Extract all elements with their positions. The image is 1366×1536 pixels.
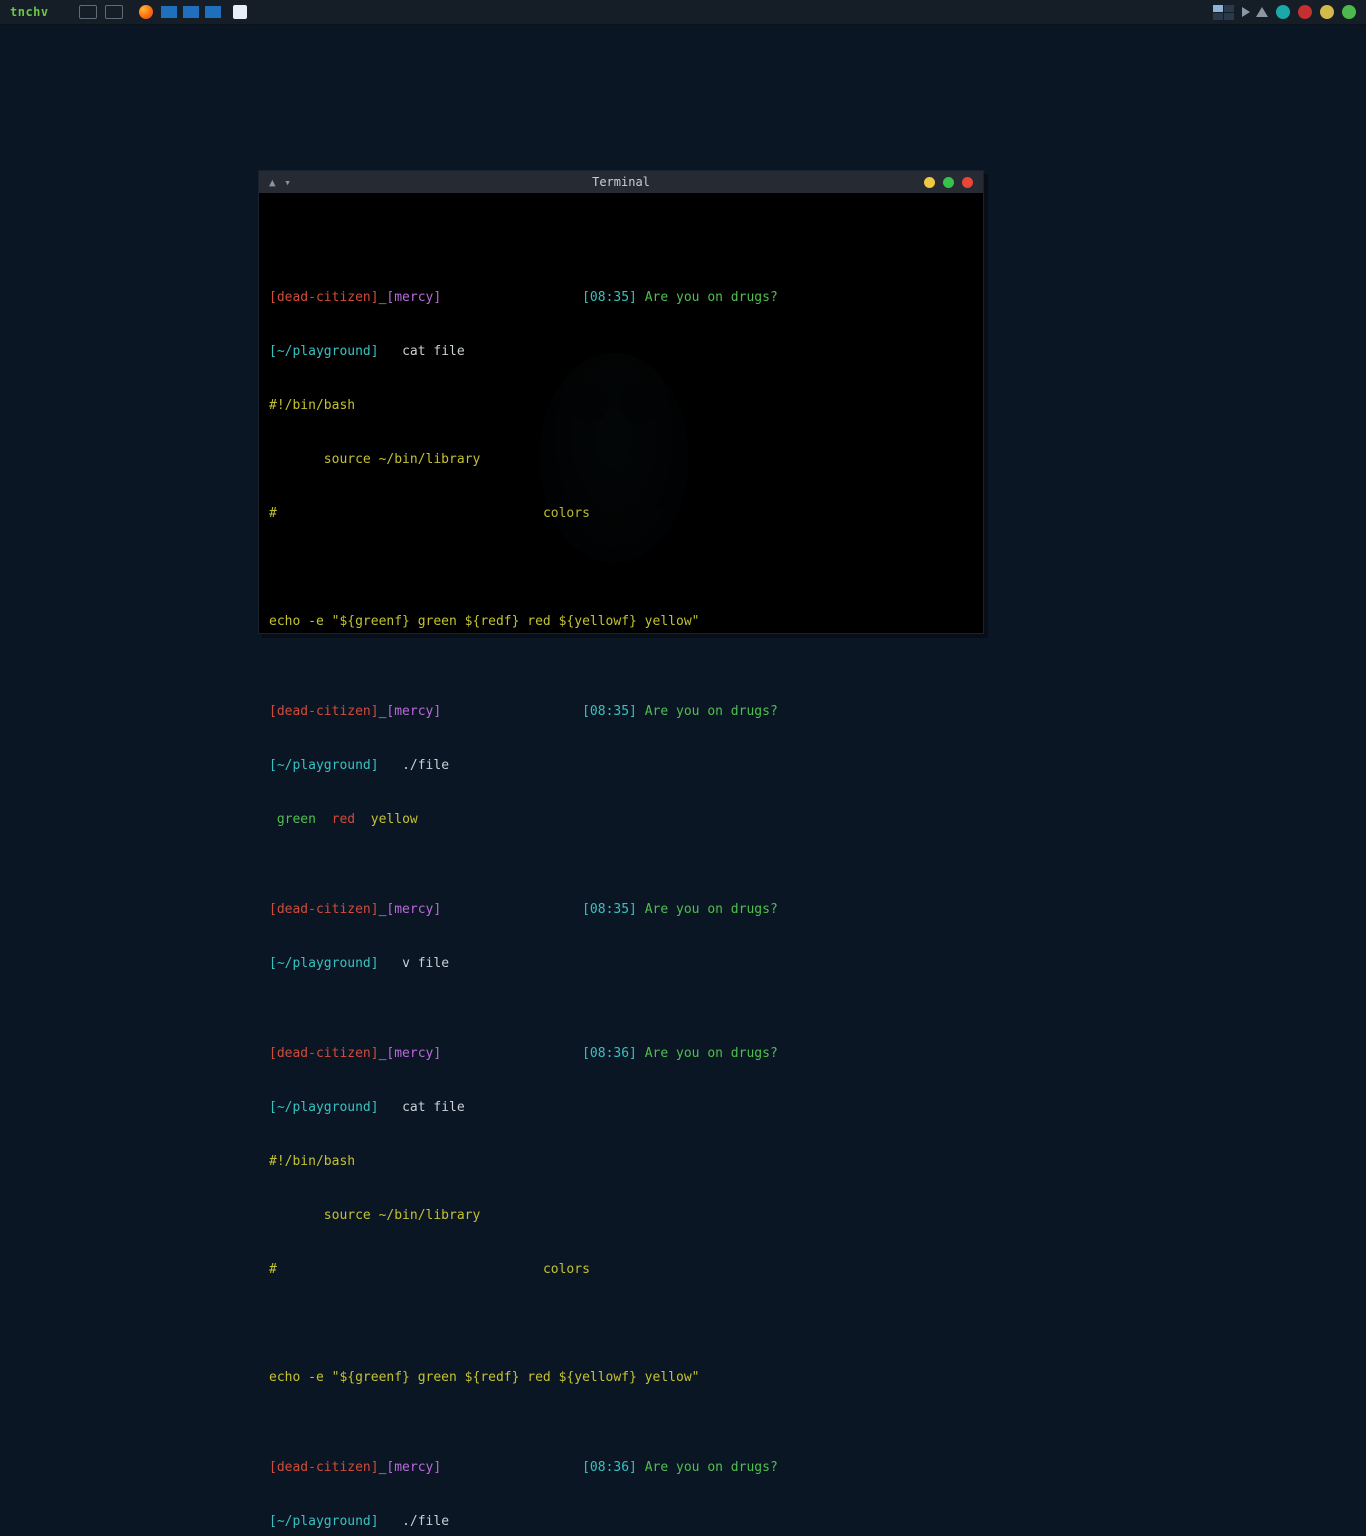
close-button[interactable] (962, 177, 973, 188)
file-shebang: #!/bin/bash (269, 397, 973, 415)
blank-line (269, 1315, 973, 1333)
taskbar-window-button-1[interactable] (79, 5, 97, 19)
file-shebang: #!/bin/bash (269, 1153, 973, 1171)
system-tray (1213, 5, 1366, 20)
window-menu-icon[interactable]: ▲ ▾ (269, 176, 292, 189)
command-line: [~/playground] v file (269, 955, 973, 973)
tray-indicator-yellow[interactable] (1320, 5, 1334, 19)
firefox-icon[interactable] (139, 5, 153, 19)
prompt-line: [dead-citizen]_[mercy] [08:35] Are you o… (269, 289, 973, 307)
taskbar-app-1[interactable] (161, 6, 177, 18)
network-icon[interactable] (1256, 7, 1268, 17)
file-colors: # colors (269, 505, 973, 523)
terminal-content[interactable]: [dead-citizen]_[mercy] [08:35] Are you o… (259, 193, 983, 633)
maximize-button[interactable] (943, 177, 954, 188)
window-controls (924, 177, 973, 188)
tray-indicator-green[interactable] (1342, 5, 1356, 19)
command-line: [~/playground] ./file (269, 1513, 973, 1531)
minimize-button[interactable] (924, 177, 935, 188)
file-source: source ~/bin/library (269, 1207, 973, 1225)
prompt-line: [dead-citizen]_[mercy] [08:36] Are you o… (269, 1045, 973, 1063)
command-line: [~/playground] ./file (269, 757, 973, 775)
prompt-line: [dead-citizen]_[mercy] [08:35] Are you o… (269, 901, 973, 919)
taskbar-app-3[interactable] (205, 6, 221, 18)
terminal-titlebar[interactable]: ▲ ▾ Terminal (259, 171, 983, 193)
blank-line (269, 559, 973, 577)
file-source: source ~/bin/library (269, 451, 973, 469)
top-panel: tnchv (0, 0, 1366, 24)
file-echo: echo -e "${greenf} green ${redf} red ${y… (269, 613, 973, 631)
volume-icon[interactable] (1242, 7, 1250, 17)
command-line: [~/playground] cat file (269, 343, 973, 361)
output-colors: green red yellow (269, 811, 973, 829)
taskbar-window-button-2[interactable] (105, 5, 123, 19)
prompt-line: [dead-citizen]_[mercy] [08:36] Are you o… (269, 1459, 973, 1477)
prompt-line: [dead-citizen]_[mercy] [08:35] Are you o… (269, 703, 973, 721)
file-echo: echo -e "${greenf} green ${redf} red ${y… (269, 1369, 973, 1387)
taskbar-app-editor[interactable] (233, 5, 247, 19)
workspace-switcher[interactable] (1213, 5, 1234, 20)
brand-label: tnchv (10, 5, 49, 19)
terminal-window[interactable]: ▲ ▾ Terminal [dead-citizen]_[mercy] [08:… (258, 170, 984, 634)
tray-indicator-red[interactable] (1298, 5, 1312, 19)
command-line: [~/playground] cat file (269, 1099, 973, 1117)
tray-indicator-teal[interactable] (1276, 5, 1290, 19)
file-colors: # colors (269, 1261, 973, 1279)
taskbar-app-2[interactable] (183, 6, 199, 18)
window-title: Terminal (259, 175, 983, 189)
